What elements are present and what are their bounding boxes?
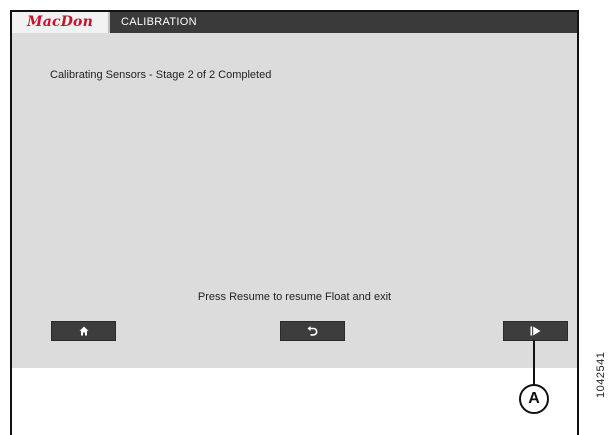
home-button[interactable] — [51, 321, 116, 341]
resume-button[interactable] — [503, 321, 568, 341]
figure-frame: MacDon CALIBRATION Calibrating Sensors -… — [10, 10, 579, 435]
figure-number: 1042541 — [595, 351, 607, 398]
play-icon — [530, 326, 542, 336]
screen-title: CALIBRATION — [121, 16, 197, 28]
resume-instruction: Press Resume to resume Float and exit — [197, 291, 392, 303]
calibration-status: Calibrating Sensors - Stage 2 of 2 Compl… — [50, 69, 272, 81]
back-arrow-icon — [307, 326, 318, 336]
display-screen: MacDon CALIBRATION Calibrating Sensors -… — [12, 12, 577, 368]
brand-logo: MacDon — [12, 12, 110, 33]
back-button[interactable] — [280, 321, 345, 341]
callout-leader-line — [533, 340, 535, 385]
callout-label: A — [519, 384, 549, 414]
title-bar: MacDon CALIBRATION — [12, 12, 577, 33]
home-icon — [79, 326, 89, 336]
